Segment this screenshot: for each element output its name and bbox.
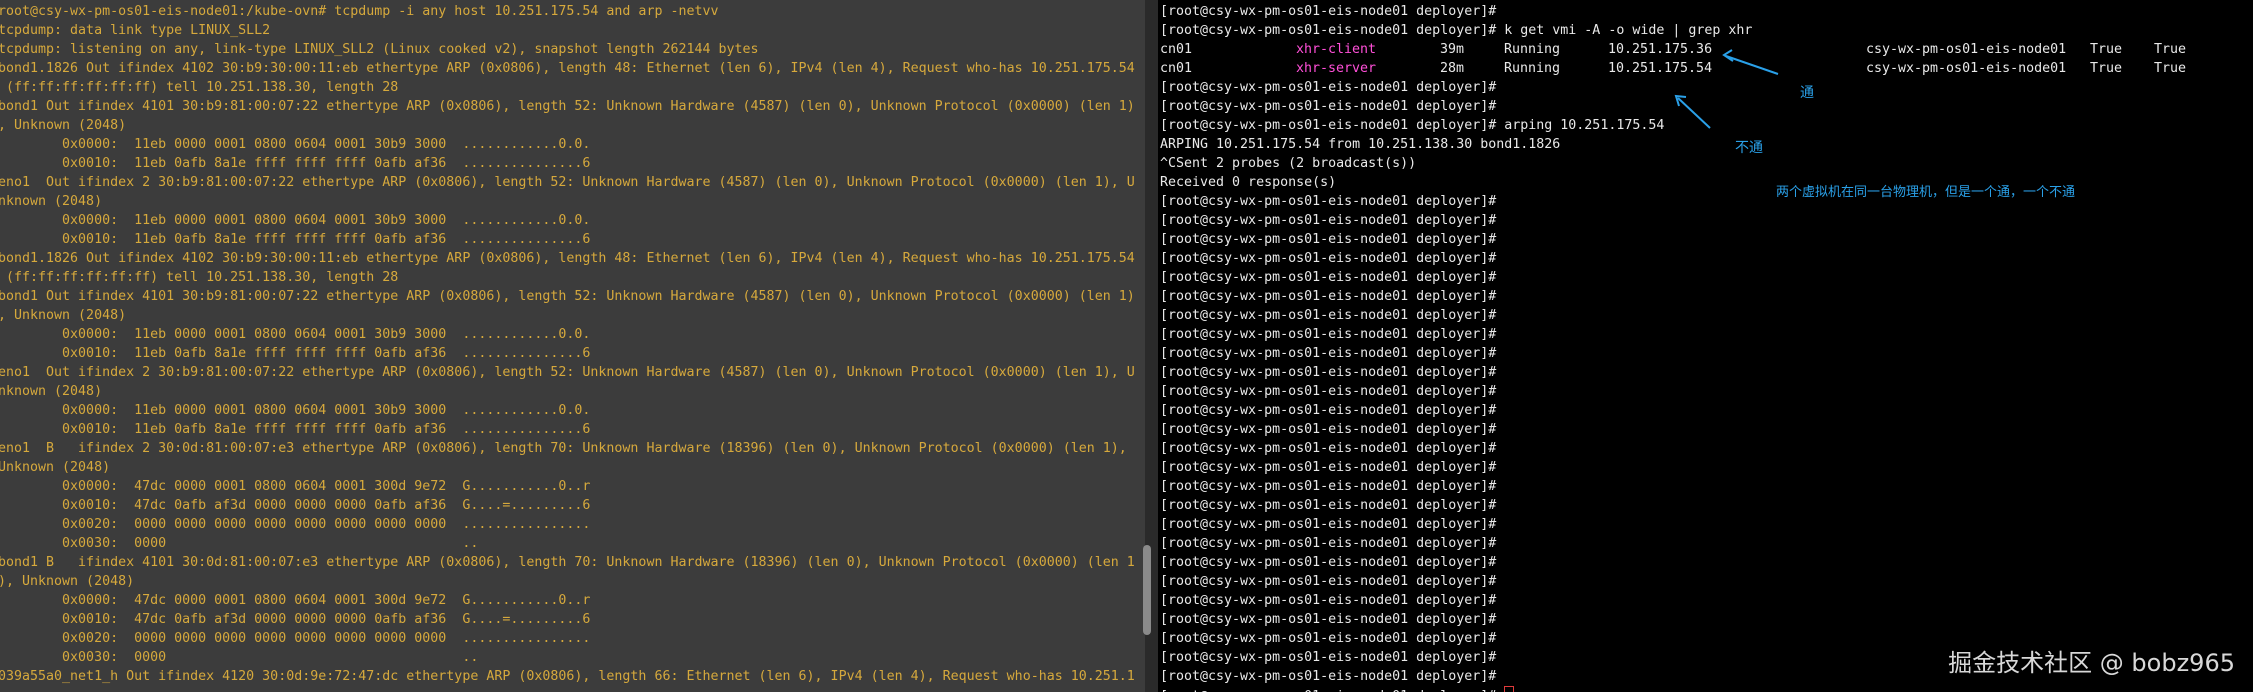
tcpdump-line: Unknown (2048) bbox=[0, 460, 111, 475]
tcpdump-line: (ff:ff:ff:ff:ff:ff) tell 10.251.138.30, … bbox=[0, 270, 399, 285]
annotation-arrows bbox=[1674, 49, 1779, 129]
tcpdump-line: ), Unknown (2048) bbox=[0, 574, 135, 589]
tcpdump-line: eno1 Out ifindex 2 30:b9:81:00:07:22 eth… bbox=[0, 365, 1135, 380]
left-pane-scrollbar[interactable] bbox=[1143, 545, 1151, 635]
tcpdump-line: eno1 Out ifindex 2 30:b9:81:00:07:22 eth… bbox=[0, 175, 1135, 190]
tcpdump-line: 0x0010: 11eb 0afb 8a1e ffff ffff ffff 0a… bbox=[0, 422, 591, 437]
tcpdump-line: 0x0010: 47dc 0afb af3d 0000 0000 0000 0a… bbox=[0, 612, 591, 627]
tcpdump-line: 0x0010: 11eb 0afb 8a1e ffff ffff ffff 0a… bbox=[0, 156, 591, 171]
tcpdump-line: (ff:ff:ff:ff:ff:ff) tell 10.251.138.30, … bbox=[0, 80, 399, 95]
tcpdump-line: 0x0020: 0000 0000 0000 0000 0000 0000 00… bbox=[0, 631, 591, 646]
right-terminal-pane[interactable]: [root@csy-wx-pm-os01-eis-node01 deployer… bbox=[1158, 0, 2253, 692]
tcpdump-line: 0x0000: 11eb 0000 0001 0800 0604 0001 30… bbox=[0, 327, 591, 342]
tcpdump-line: 0x0000: 11eb 0000 0001 0800 0604 0001 30… bbox=[0, 213, 591, 228]
tcpdump-line: 0x0010: 11eb 0afb 8a1e ffff ffff ffff 0a… bbox=[0, 346, 591, 361]
annotation-fail: 不通 bbox=[1735, 140, 1763, 156]
tcpdump-line: 0x0010: 11eb 0afb 8a1e ffff ffff ffff 0a… bbox=[0, 232, 591, 247]
tcpdump-line: root@csy-wx-pm-os01-eis-node01:/kube-ovn… bbox=[0, 4, 719, 19]
tcpdump-line: bond1 B ifindex 4101 30:0d:81:00:07:e3 e… bbox=[0, 555, 1135, 570]
tcpdump-line: 039a55a0_net1_h Out ifindex 4120 30:0d:9… bbox=[0, 669, 1135, 684]
tcpdump-line: 0x0000: 47dc 0000 0001 0800 0604 0001 30… bbox=[0, 479, 591, 494]
tcpdump-line: nknown (2048) bbox=[0, 384, 103, 399]
arrowhead-client bbox=[1722, 49, 1734, 62]
tcpdump-line: bond1.1826 Out ifindex 4102 30:b9:30:00:… bbox=[0, 251, 1135, 266]
arrow-to-client-ip bbox=[1725, 55, 1779, 75]
tcpdump-line: eno1 B ifindex 2 30:0d:81:00:07:e3 ether… bbox=[0, 441, 1127, 456]
tcpdump-line: bond1 Out ifindex 4101 30:b9:81:00:07:22… bbox=[0, 289, 1135, 304]
tcpdump-line: 0x0010: 47dc 0afb af3d 0000 0000 0000 0a… bbox=[0, 498, 591, 513]
annotation-ok: 通 bbox=[1800, 85, 1814, 101]
left-terminal-pane[interactable]: root@csy-wx-pm-os01-eis-node01:/kube-ovn… bbox=[0, 0, 1145, 692]
tcpdump-line: tcpdump: listening on any, link-type LIN… bbox=[0, 42, 759, 57]
tcpdump-output: root@csy-wx-pm-os01-eis-node01:/kube-ovn… bbox=[0, 2, 1135, 686]
tcpdump-line: tcpdump: data link type LINUX_SLL2 bbox=[0, 23, 271, 38]
tcpdump-line: 0x0000: 47dc 0000 0001 0800 0604 0001 30… bbox=[0, 593, 591, 608]
tcpdump-line: 0x0030: 0000 .. bbox=[0, 536, 479, 551]
tcpdump-line: bond1 Out ifindex 4101 30:b9:81:00:07:22… bbox=[0, 99, 1135, 114]
tcpdump-line: , Unknown (2048) bbox=[0, 308, 127, 323]
tcpdump-line: 0x0020: 0000 0000 0000 0000 0000 0000 00… bbox=[0, 517, 591, 532]
tcpdump-line: 0x0030: 0000 .. bbox=[0, 650, 479, 665]
tcpdump-line: nknown (2048) bbox=[0, 194, 103, 209]
tcpdump-line: , Unknown (2048) bbox=[0, 118, 127, 133]
tcpdump-line: 0x0000: 11eb 0000 0001 0800 0604 0001 30… bbox=[0, 403, 591, 418]
watermark: 掘金技术社区 @ bobz965 bbox=[1948, 649, 2235, 677]
arrow-to-server-ip bbox=[1677, 97, 1711, 129]
tcpdump-line: 0x0000: 11eb 0000 0001 0800 0604 0001 30… bbox=[0, 137, 591, 152]
annotation-note: 两个虚拟机在同一台物理机，但是一个通，一个不通 bbox=[1776, 185, 2076, 200]
tcpdump-line: bond1.1826 Out ifindex 4102 30:b9:30:00:… bbox=[0, 61, 1135, 76]
